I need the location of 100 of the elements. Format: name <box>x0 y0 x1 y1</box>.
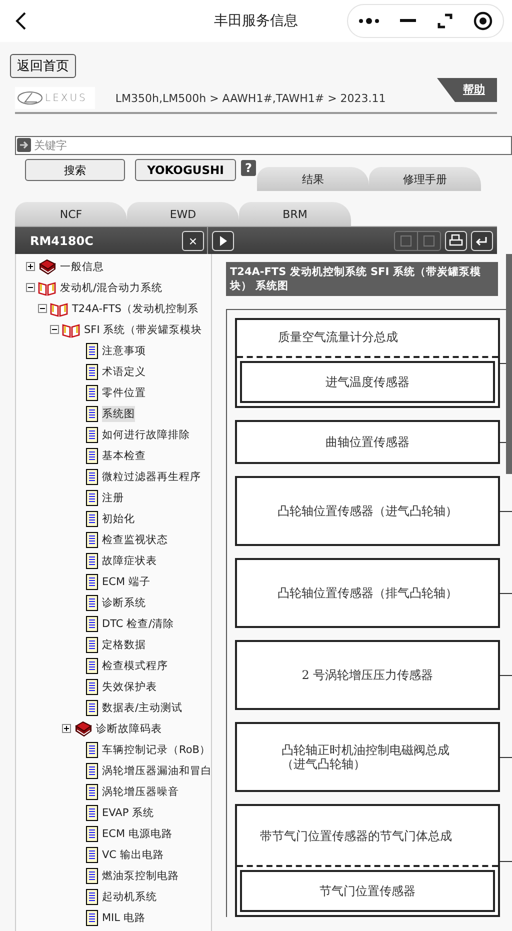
tree-toggle-icon[interactable] <box>26 283 35 292</box>
component-label: 进气温度传感器 <box>326 374 410 391</box>
tree-item[interactable]: 涡轮增压器噪音 <box>102 784 179 800</box>
document-icon <box>86 784 98 800</box>
document-icon <box>86 868 98 884</box>
document-icon <box>86 636 98 652</box>
play-icon[interactable] <box>212 230 234 250</box>
result-tab[interactable]: 修理手册 <box>369 167 481 191</box>
tree-item[interactable]: 如何进行故障排除 <box>102 426 190 442</box>
tree-item[interactable]: 车辆控制记录（RoB） <box>102 742 210 758</box>
book-icon <box>74 720 92 736</box>
document-icon <box>86 468 98 484</box>
tree-item[interactable]: MIL 电路 <box>102 910 146 926</box>
document-icon <box>86 742 98 758</box>
more-icon[interactable] <box>358 17 380 25</box>
brand-logo: LEXUS <box>15 87 96 109</box>
page-title: 丰田服务信息 <box>214 12 298 30</box>
tree-item[interactable]: T24A-FTS（发动机控制系 <box>72 300 198 316</box>
tree-toggle-icon[interactable] <box>50 325 59 334</box>
tree-item[interactable]: 失效保护表 <box>102 678 157 694</box>
tree-item[interactable]: 注册 <box>102 490 124 506</box>
tree-item[interactable]: 零件位置 <box>102 384 146 400</box>
return-icon[interactable] <box>471 230 493 250</box>
tree-item[interactable]: 微粒过滤器再生程序 <box>102 468 201 484</box>
tree-item[interactable]: 基本检查 <box>102 448 146 464</box>
document-icon <box>86 574 98 590</box>
tree-item[interactable]: 燃油泵控制电路 <box>102 868 179 884</box>
document-icon <box>86 888 98 904</box>
document-icon <box>86 826 98 842</box>
tree-item[interactable]: 注意事项 <box>102 342 146 358</box>
tree-item[interactable]: 检查监视状态 <box>102 532 168 548</box>
wire-line <box>500 593 512 594</box>
tree-item[interactable]: 定格数据 <box>102 636 146 652</box>
result-tab[interactable]: 结果 <box>257 167 369 191</box>
tree-item[interactable]: 术语定义 <box>102 364 146 380</box>
open-book-icon <box>38 280 56 296</box>
document-tab[interactable]: NCF <box>15 202 127 226</box>
document-icon <box>86 426 98 442</box>
home-button[interactable]: 返回首页 <box>10 54 76 78</box>
tree-item[interactable]: 数据表/主动测试 <box>102 700 183 716</box>
component-label: 凸轮轴正时机油控制电磁阀总成（进气凸轮轴） <box>282 742 450 772</box>
document-icon <box>86 678 98 694</box>
tree-item[interactable]: 起动机系统 <box>102 888 157 904</box>
resize-icon[interactable] <box>436 13 453 29</box>
tree-item[interactable]: 一般信息 <box>60 258 104 274</box>
search-button[interactable]: 搜索 <box>25 159 125 181</box>
breadcrumb: LM350h,LM500h > AAWH1#,TAWH1# > 2023.11 <box>115 92 386 104</box>
tree-item[interactable]: 初始化 <box>102 510 135 526</box>
tree-item[interactable]: 诊断故障码表 <box>96 720 162 736</box>
back-icon[interactable] <box>15 11 27 31</box>
component-label: 节气门位置传感器 <box>320 882 416 900</box>
wire-line <box>500 511 512 512</box>
help-icon[interactable]: ? <box>241 160 256 176</box>
arrow-icon <box>17 138 31 152</box>
document-tab[interactable]: EWD <box>127 202 239 226</box>
book-icon <box>38 258 56 274</box>
tree-item[interactable]: 故障症状表 <box>102 552 157 568</box>
tree-item[interactable]: 涡轮增压器漏油和冒白 <box>102 762 211 778</box>
wire-line <box>500 757 512 758</box>
help-link[interactable]: 帮助 <box>437 78 497 102</box>
close-button[interactable]: × <box>182 230 204 250</box>
tree-item[interactable]: 系统图 <box>102 406 135 422</box>
tree-item[interactable]: 诊断系统 <box>102 594 146 610</box>
tree-item[interactable]: 检查模式程序 <box>102 658 168 674</box>
document-tab[interactable]: BRM <box>239 202 351 226</box>
component-label: 凸轮轴位置传感器（排气凸轮轴） <box>278 584 458 602</box>
document-icon <box>86 384 98 400</box>
document-icon <box>86 364 98 380</box>
print-icon[interactable] <box>445 230 467 250</box>
document-icon <box>86 448 98 464</box>
keyword-field[interactable]: 关键字 <box>15 136 512 155</box>
wire-line <box>500 860 512 862</box>
tree-item[interactable]: EVAP 系统 <box>102 804 154 820</box>
document-icon <box>86 552 98 568</box>
yokogushi-button[interactable]: YOKOGUSHI <box>135 159 236 181</box>
component-label: 曲轴位置传感器 <box>326 434 410 451</box>
document-icon <box>86 406 98 422</box>
minimize-icon[interactable] <box>400 19 416 23</box>
tree-item[interactable]: 发动机/混合动力系统 <box>60 280 163 296</box>
manual-code: RM4180C <box>30 234 94 248</box>
tree-item[interactable]: DTC 检查/清除 <box>102 616 174 632</box>
document-icon <box>86 910 98 926</box>
tree-item[interactable]: ECM 电源电路 <box>102 826 172 842</box>
document-icon <box>86 846 98 862</box>
tree-toggle-icon[interactable] <box>26 262 35 271</box>
tree-item[interactable]: ECM 端子 <box>102 574 150 590</box>
tree-toggle-icon[interactable] <box>62 724 71 733</box>
tree-item[interactable]: VC 输出电路 <box>102 846 164 862</box>
component-label: 质量空气流量计分总成 <box>277 329 399 346</box>
document-icon <box>86 510 98 526</box>
document-icon <box>86 804 98 820</box>
wire-line <box>500 675 512 676</box>
scrollbar[interactable] <box>506 254 512 474</box>
document-icon <box>86 700 98 716</box>
section-heading: T24A-FTS 发动机控制系统 SFI 系统（带炭罐泵模块） 系统图 <box>226 262 498 296</box>
tree-item[interactable]: SFI 系统（带炭罐泵模块 <box>84 322 202 338</box>
document-icon <box>86 490 98 506</box>
close-icon[interactable] <box>472 11 493 31</box>
tree-toggle-icon[interactable] <box>38 304 47 313</box>
document-icon <box>86 342 98 358</box>
